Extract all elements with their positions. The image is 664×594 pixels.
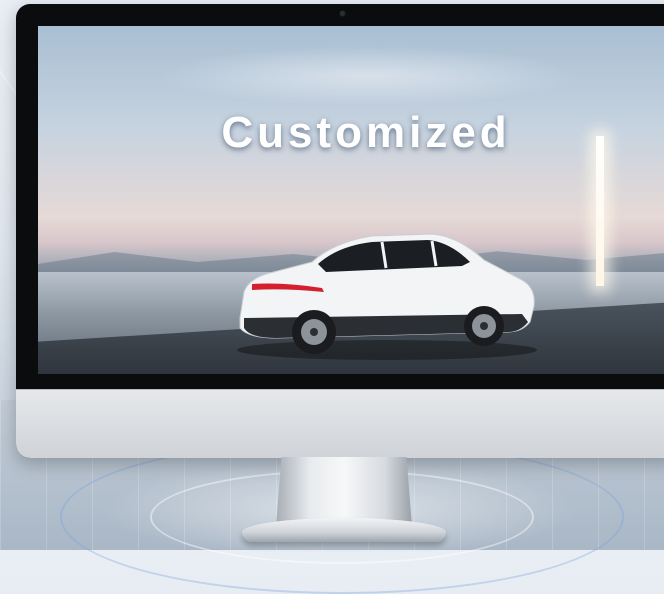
camera-icon (340, 11, 345, 16)
monitor-stand-neck (276, 457, 412, 527)
monitor-chin (16, 389, 664, 458)
car-icon (237, 233, 537, 360)
light-pillar (596, 136, 604, 286)
monitor-screen: Customized (38, 26, 664, 374)
screen-headline: Customized (221, 108, 511, 157)
monitor-stand-base (242, 518, 446, 542)
desktop-monitor: Customized (16, 4, 664, 458)
sky-glare (158, 46, 578, 106)
